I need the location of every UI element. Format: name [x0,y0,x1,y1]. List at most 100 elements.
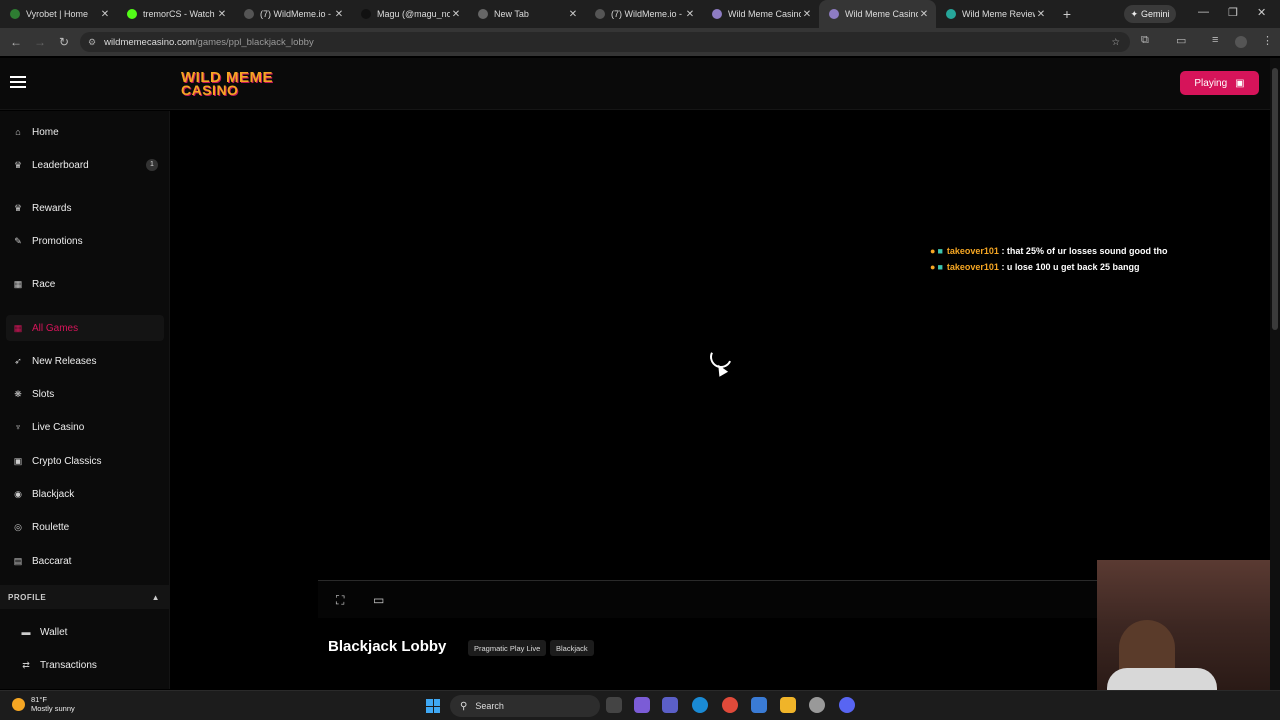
browser-tab[interactable]: tremorCS - Watch ✕ [117,0,234,28]
hamburger-menu-icon[interactable] [10,76,26,88]
chat-message: ● ■ takeover101 : u lose 100 u get back 25… [930,262,1139,272]
sidebar-item-race[interactable]: ▦ Race [0,271,170,297]
settings-icon[interactable] [809,697,825,713]
grid-icon: ▦ [13,322,23,333]
browser-tab[interactable]: New Tab ✕ [468,0,585,28]
menu-kebab-icon[interactable]: ⋮ [1262,34,1273,47]
store-icon[interactable] [751,697,767,713]
sidebar-item-promotions[interactable]: ✎ Promotions [0,228,170,254]
reload-icon[interactable]: ↻ [52,35,76,49]
tab-label: Vyrobet | Home [26,9,89,19]
sidebar-item-new-releases[interactable]: ➶ New Releases [0,348,170,374]
category-tag[interactable]: Blackjack [550,640,594,656]
tab-label: Wild Meme Casino [845,9,918,19]
playing-button[interactable]: Playing ▣ [1180,71,1259,95]
minimize-icon[interactable]: — [1198,6,1209,18]
sidebar-item-crypto-classics[interactable]: ▣ Crypto Classics [0,448,170,474]
file-explorer-icon[interactable] [780,697,796,713]
extensions-icon[interactable]: ⧉ [1141,34,1149,47]
tab-close-icon[interactable]: ✕ [450,9,462,20]
media-icon[interactable]: ≡ [1212,34,1218,46]
discord-icon[interactable] [839,697,855,713]
sidebar-item-label: Slots [32,388,55,400]
cast-icon[interactable]: ▭ [1176,34,1186,47]
back-icon[interactable]: ← [4,35,28,49]
teams-icon[interactable] [662,697,678,713]
tab-close-icon[interactable]: ✕ [99,9,111,20]
tab-favicon-icon [829,9,839,19]
tab-close-icon[interactable]: ✕ [1035,9,1047,20]
maximize-icon[interactable]: ❐ [1228,6,1238,19]
address-bar[interactable]: ⚙ wildmemecasino.com/games/ppl_blackjack… [80,32,1130,52]
profile-item-label: Wallet [40,626,68,638]
browser-tab[interactable]: (7) WildMeme.io - ✕ [585,0,702,28]
copilot-icon[interactable] [634,697,650,713]
game-controls-bar: ⛶ ▭ [318,580,1098,618]
sidebar-item-home[interactable]: ⌂ Home [0,119,170,145]
taskbar-search[interactable]: ⚲ Search [450,695,600,717]
new-tab-button[interactable]: + [1053,6,1081,22]
profile-section-header[interactable]: PROFILE ▲ [0,585,170,609]
site-logo[interactable]: WILD MEME CASINO [181,70,273,97]
close-window-icon[interactable]: ✕ [1257,6,1266,19]
profile-item-transactions[interactable]: ⇄ Transactions [0,652,170,678]
sidebar-item-leaderboard[interactable]: ♛ Leaderboard 1 [0,152,170,178]
gemini-button[interactable]: ✦ Gemini [1124,5,1176,23]
site-info-icon[interactable]: ⚙ [88,37,96,48]
tab-close-icon[interactable]: ✕ [567,9,579,20]
gemini-icon: ✦ [1130,8,1139,19]
sidebar-item-label: Crypto Classics [32,455,102,467]
browser-tab[interactable]: (7) WildMeme.io - ✕ [234,0,351,28]
webcam-overlay [1097,560,1280,692]
weather-desc: Mostly sunny [31,704,75,713]
chrome-icon[interactable] [722,697,738,713]
bag-icon: ▣ [1235,77,1245,89]
page-scrollbar[interactable] [1270,58,1280,690]
browser-tab[interactable]: Wild Meme Review ✕ [936,0,1053,28]
taskbar-search-label: Search [475,701,504,711]
sidebar-item-baccarat[interactable]: ▤ Baccarat [0,548,170,574]
forward-icon[interactable]: → [28,35,52,49]
sidebar-item-roulette[interactable]: ◎ Roulette [0,514,170,540]
sidebar-item-slots[interactable]: ❋ Slots [0,381,170,407]
edge-icon[interactable] [692,697,708,713]
browser-tab[interactable]: Wild Meme Casino ✕ [819,0,936,28]
tab-close-icon[interactable]: ✕ [684,9,696,20]
sidebar-item-live-casino[interactable]: ♆ Live Casino [0,414,170,440]
browser-tab-bar: Vyrobet | Home ✕ tremorCS - Watch ✕ (7) Wild… [0,0,1280,28]
tab-close-icon[interactable]: ✕ [918,9,930,20]
theater-mode-icon[interactable]: ▭ [373,593,384,607]
browser-tab[interactable]: Magu (@magu_no ✕ [351,0,468,28]
profile-avatar[interactable] [1235,36,1247,48]
tab-close-icon[interactable]: ✕ [216,9,228,20]
sidebar-item-label: Promotions [32,235,83,247]
provider-tag[interactable]: Pragmatic Play Live [468,640,547,656]
profile-header-label: PROFILE [8,592,47,602]
tab-close-icon[interactable]: ✕ [801,9,813,20]
browser-tab[interactable]: Vyrobet | Home ✕ [0,0,117,28]
sidebar-item-label: Race [32,278,56,290]
sidebar-item-blackjack[interactable]: ◉ Blackjack [0,481,170,507]
sidebar-item-label: All Games [32,322,79,334]
sun-icon [12,697,25,711]
browser-tab[interactable]: Wild Meme Casino ✕ [702,0,819,28]
bookmark-star-icon[interactable]: ☆ [1111,37,1120,48]
tab-close-icon[interactable]: ✕ [333,9,345,20]
profile-item-wallet[interactable]: ▬ Wallet [0,619,170,645]
baccarat-icon: ▤ [13,555,23,566]
rocket-icon: ➶ [14,355,22,366]
tab-favicon-icon [10,9,20,19]
scrollbar-thumb[interactable] [1272,68,1278,330]
windows-start-icon[interactable] [426,699,440,713]
tab-favicon-icon [712,9,722,19]
sidebar-item-rewards[interactable]: ♛ Rewards [0,195,170,221]
notification-badge: 1 [146,159,158,171]
chevron-up-icon[interactable]: ▲ [152,593,160,602]
weather-widget[interactable]: 81°F Mostly sunny [12,695,75,713]
sidebar-item-all-games[interactable]: ▦ All Games [6,315,164,341]
slots-icon: ❋ [14,388,22,399]
task-view-icon[interactable] [606,697,622,713]
fullscreen-icon[interactable]: ⛶ [336,593,344,608]
crown-icon: ♛ [13,202,23,213]
sidebar-item-label: Baccarat [32,555,72,567]
